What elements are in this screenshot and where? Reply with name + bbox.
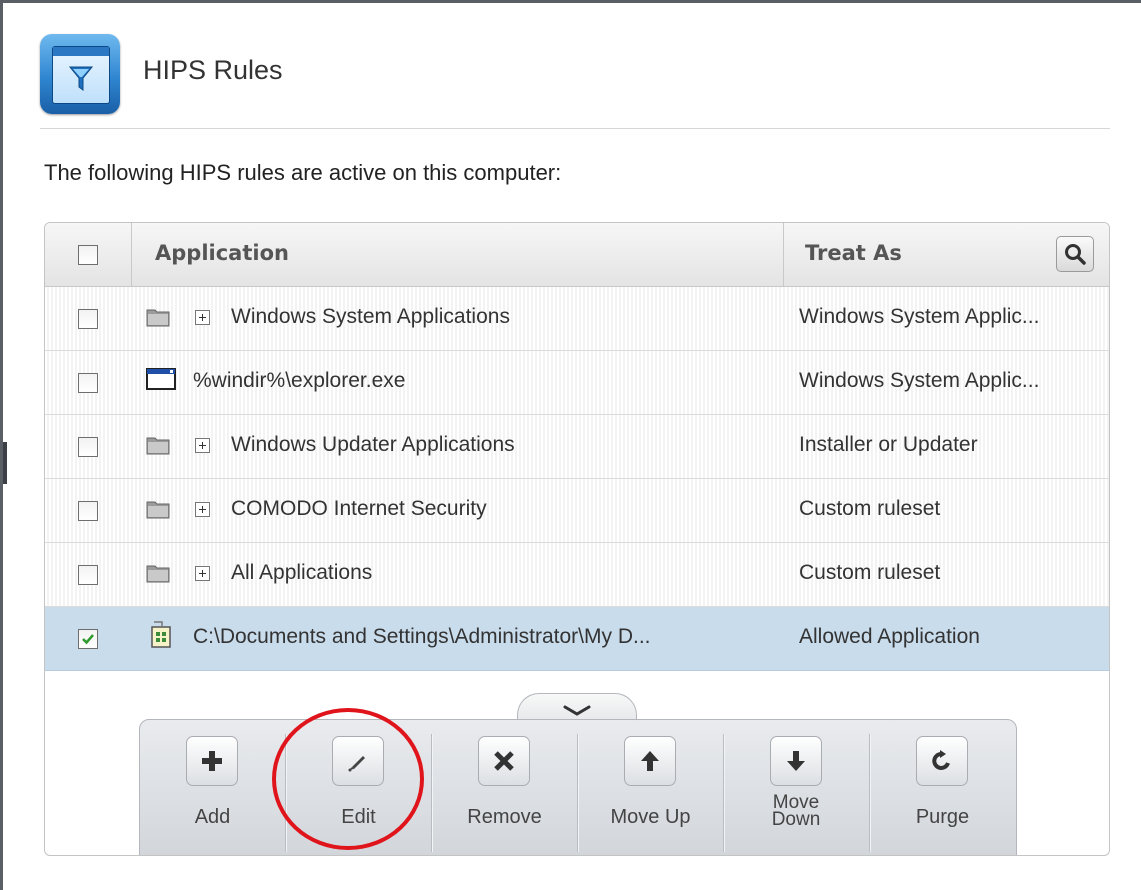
move-up-button-face[interactable] xyxy=(624,736,676,786)
treat-as-value: Windows System Applic... xyxy=(799,369,1040,392)
column-separator xyxy=(131,223,132,286)
window-frame-top xyxy=(0,0,1141,3)
table-row-selected[interactable]: C:\Documents and Settings\Administrator\… xyxy=(45,607,1109,671)
row-checkbox[interactable] xyxy=(78,437,98,457)
action-toolbar: Add Edit Remove Move Up Move Down Purge xyxy=(139,719,1017,855)
row-checkbox[interactable] xyxy=(78,501,98,521)
expand-icon[interactable] xyxy=(195,502,210,517)
table-row[interactable]: %windir%\explorer.exe Windows System App… xyxy=(45,351,1109,415)
remove-button-face[interactable] xyxy=(478,736,530,786)
remove-label: Remove xyxy=(467,806,542,828)
move-up-button[interactable]: Move Up xyxy=(578,720,723,855)
application-name: C:\Documents and Settings\Administrator\… xyxy=(193,625,651,648)
folder-icon xyxy=(146,501,170,519)
column-header-application[interactable]: Application xyxy=(155,241,289,265)
application-name: Windows Updater Applications xyxy=(231,433,515,456)
purge-label: Purge xyxy=(915,806,970,828)
page-title: HIPS Rules xyxy=(143,55,283,85)
expand-icon[interactable] xyxy=(195,438,210,453)
table-row[interactable]: COMODO Internet Security Custom ruleset xyxy=(45,479,1109,543)
purge-button-face[interactable] xyxy=(916,736,968,786)
purge-button[interactable]: Purge xyxy=(870,720,1015,855)
table-row[interactable]: Windows Updater Applications Installer o… xyxy=(45,415,1109,479)
x-icon xyxy=(494,751,514,771)
search-icon xyxy=(1065,244,1086,265)
expand-icon[interactable] xyxy=(195,310,210,325)
move-down-button-face[interactable] xyxy=(770,736,822,786)
add-label: Add xyxy=(194,806,231,828)
application-icon xyxy=(151,621,171,648)
treat-as-value: Custom ruleset xyxy=(799,561,941,584)
checkmark-icon xyxy=(82,634,94,645)
row-checkbox-checked[interactable] xyxy=(78,629,98,649)
application-name: All Applications xyxy=(231,561,373,584)
treat-as-value: Installer or Updater xyxy=(799,433,978,456)
expand-icon[interactable] xyxy=(195,566,210,581)
folder-icon xyxy=(146,565,170,583)
plus-icon xyxy=(202,751,222,771)
row-checkbox[interactable] xyxy=(78,565,98,585)
treat-as-value: Allowed Application xyxy=(799,625,980,648)
application-name: COMODO Internet Security xyxy=(231,497,487,520)
column-separator xyxy=(783,223,784,286)
select-all-checkbox[interactable] xyxy=(78,245,98,265)
search-button[interactable] xyxy=(1056,236,1094,272)
hips-funnel-icon xyxy=(40,34,120,114)
move-down-button[interactable]: Move Down xyxy=(724,720,869,855)
refresh-icon xyxy=(932,750,950,770)
chevron-down-icon xyxy=(563,705,591,716)
move-up-label: Move Up xyxy=(610,806,691,828)
edit-highlight-annotation xyxy=(272,708,424,850)
application-name: %windir%\explorer.exe xyxy=(193,369,406,392)
folder-icon xyxy=(146,309,170,327)
executable-icon xyxy=(146,368,176,390)
remove-button[interactable]: Remove xyxy=(432,720,577,855)
application-name: Windows System Applications xyxy=(231,305,510,328)
table-row[interactable]: Windows System Applications Windows Syst… xyxy=(45,287,1109,351)
row-checkbox[interactable] xyxy=(78,373,98,393)
add-button[interactable]: Add xyxy=(140,720,285,855)
row-checkbox[interactable] xyxy=(78,309,98,329)
treat-as-value: Custom ruleset xyxy=(799,497,941,520)
move-down-label: Move Down xyxy=(771,792,821,830)
add-button-face[interactable] xyxy=(186,736,238,786)
intro-text: The following HIPS rules are active on t… xyxy=(44,160,562,185)
arrow-up-icon xyxy=(641,751,659,771)
column-header-treat-as[interactable]: Treat As xyxy=(805,241,902,265)
treat-as-value: Windows System Applic... xyxy=(799,305,1040,328)
table-header: Application Treat As xyxy=(45,223,1109,287)
hips-rules-table: Application Treat As Windows System Appl… xyxy=(44,222,1110,856)
table-row[interactable]: All Applications Custom ruleset xyxy=(45,543,1109,607)
folder-icon xyxy=(146,437,170,455)
header-divider xyxy=(40,128,1110,129)
arrow-down-icon xyxy=(787,751,805,771)
window-frame-marker xyxy=(3,442,7,484)
